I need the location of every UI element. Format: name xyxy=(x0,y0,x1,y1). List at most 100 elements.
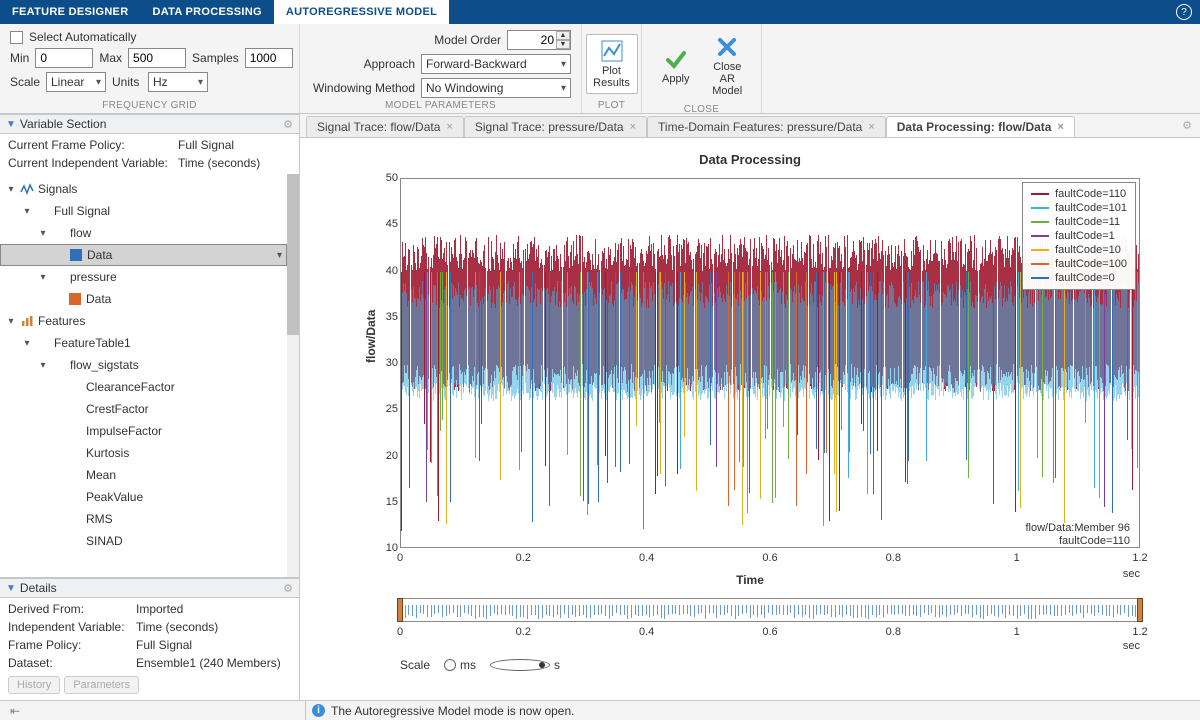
plot-caption: PLOT xyxy=(598,98,625,111)
gear-icon[interactable]: ⚙ xyxy=(283,118,293,131)
x-tick: 1 xyxy=(1014,552,1020,564)
model-order-label: Model Order xyxy=(310,33,501,47)
help-icon[interactable]: ? xyxy=(1176,4,1192,20)
scale-ms-radio[interactable] xyxy=(444,659,456,671)
min-input[interactable] xyxy=(35,48,93,68)
units-select[interactable]: Hz xyxy=(148,72,208,92)
gear-icon[interactable]: ⚙ xyxy=(1182,119,1192,132)
chart-annotation: flow/Data:Member 96 faultCode=110 xyxy=(1025,522,1130,672)
tree-stat-clearancefactor[interactable]: ClearanceFactor xyxy=(0,376,287,398)
independent-var-value: Time (seconds) xyxy=(178,156,291,170)
y-tick: 50 xyxy=(386,172,398,184)
legend-item[interactable]: faultCode=0 xyxy=(1031,271,1127,285)
tree-flow-data[interactable]: Data xyxy=(0,244,287,266)
variable-section-header[interactable]: ▼Variable Section⚙ xyxy=(0,114,299,134)
x-tick: 1.2 xyxy=(1132,552,1147,564)
tree-features[interactable]: ▾Features xyxy=(0,310,287,332)
close-icon[interactable]: × xyxy=(630,121,636,133)
y-tick: 20 xyxy=(386,450,398,462)
tree-flow-sigstats[interactable]: ▾flow_sigstats xyxy=(0,354,287,376)
max-label: Max xyxy=(99,51,122,65)
panner-handle-left[interactable] xyxy=(397,598,403,622)
tree-stat-kurtosis[interactable]: Kurtosis xyxy=(0,442,287,464)
parameters-button[interactable]: Parameters xyxy=(64,676,139,694)
tab-autoregressive-model[interactable]: AUTOREGRESSIVE MODEL xyxy=(274,0,449,24)
variable-tree[interactable]: ▾Signals▾Full Signal▾flowData▾pressureDa… xyxy=(0,174,287,577)
sidebar: ▼Variable Section⚙ Current Frame Policy:… xyxy=(0,114,300,700)
x-tick: 0.6 xyxy=(762,552,777,564)
chart-legend[interactable]: faultCode=110faultCode=101faultCode=11fa… xyxy=(1022,182,1136,290)
min-label: Min xyxy=(10,51,29,65)
details-header[interactable]: ▼Details⚙ xyxy=(0,578,299,598)
tab-feature-designer[interactable]: FEATURE DESIGNER xyxy=(0,0,140,24)
close-icon xyxy=(715,35,739,59)
overview-tick: 0.6 xyxy=(762,626,777,638)
tree-flow[interactable]: ▾flow xyxy=(0,222,287,244)
tree-featuretable1[interactable]: ▾FeatureTable1 xyxy=(0,332,287,354)
details-ds-value: Ensemble1 (240 Members) xyxy=(136,656,291,670)
chart-title: Data Processing xyxy=(300,152,1200,167)
derived-from-value: Imported xyxy=(136,602,291,616)
close-icon[interactable]: × xyxy=(868,121,874,133)
apply-button[interactable]: Apply xyxy=(652,30,700,102)
scale-radio-group: Scale ms s xyxy=(400,658,560,672)
legend-item[interactable]: faultCode=100 xyxy=(1031,257,1127,271)
doc-tab-signal-flow[interactable]: Signal Trace: flow/Data× xyxy=(306,116,464,137)
panner-handle-right[interactable] xyxy=(1137,598,1143,622)
model-order-spinner[interactable]: ▲▼ xyxy=(556,31,570,49)
collapse-icon[interactable]: ⇤ xyxy=(10,704,20,718)
tree-stat-peakvalue[interactable]: PeakValue xyxy=(0,486,287,508)
frame-policy-value: Full Signal xyxy=(178,138,291,152)
x-tick: 0 xyxy=(397,552,403,564)
details-iv-value: Time (seconds) xyxy=(136,620,291,634)
max-input[interactable] xyxy=(128,48,186,68)
tree-stat-mean[interactable]: Mean xyxy=(0,464,287,486)
legend-item[interactable]: faultCode=11 xyxy=(1031,215,1127,229)
derived-from-label: Derived From: xyxy=(8,602,136,616)
windowing-select[interactable]: No Windowing xyxy=(421,78,571,98)
close-icon[interactable]: × xyxy=(1057,121,1063,133)
legend-item[interactable]: faultCode=1 xyxy=(1031,229,1127,243)
freq-grid-caption: FREQUENCY GRID xyxy=(10,98,289,111)
close-icon[interactable]: × xyxy=(446,121,452,133)
chart-area: Data Processing flow/Data 10152025303540… xyxy=(300,138,1200,700)
close-ar-model-button[interactable]: CloseAR Model xyxy=(704,30,752,102)
tree-pressure[interactable]: ▾pressure xyxy=(0,266,287,288)
tree-stat-sinad[interactable]: SINAD xyxy=(0,530,287,552)
legend-item[interactable]: faultCode=110 xyxy=(1031,187,1127,201)
history-button[interactable]: History xyxy=(8,676,60,694)
status-text: The Autoregressive Model mode is now ope… xyxy=(331,704,574,718)
tree-pressure-data[interactable]: Data xyxy=(0,288,287,310)
scale-select[interactable]: Linear xyxy=(46,72,106,92)
doc-tab-timedomain-pressure[interactable]: Time-Domain Features: pressure/Data× xyxy=(647,116,886,137)
tree-signals[interactable]: ▾Signals xyxy=(0,178,287,200)
tab-data-processing[interactable]: DATA PROCESSING xyxy=(140,0,273,24)
doc-tab-dataproc-flow[interactable]: Data Processing: flow/Data× xyxy=(886,116,1075,137)
plot-results-button[interactable]: PlotResults xyxy=(586,34,638,94)
legend-item[interactable]: faultCode=101 xyxy=(1031,201,1127,215)
legend-item[interactable]: faultCode=10 xyxy=(1031,243,1127,257)
y-tick: 25 xyxy=(386,403,398,415)
samples-input[interactable] xyxy=(245,48,293,68)
document-tabs: Signal Trace: flow/Data× Signal Trace: p… xyxy=(300,114,1200,138)
select-auto-checkbox[interactable] xyxy=(10,31,23,44)
approach-select[interactable]: Forward-Backward xyxy=(421,54,571,74)
chevron-down-icon: ▼ xyxy=(6,119,16,130)
scale-s-radio[interactable] xyxy=(490,659,550,671)
tree-full-signal[interactable]: ▾Full Signal xyxy=(0,200,287,222)
status-bar: ⇤ i The Autoregressive Model mode is now… xyxy=(0,700,1200,720)
chevron-down-icon: ▼ xyxy=(6,583,16,594)
select-auto-label: Select Automatically xyxy=(29,30,136,44)
x-tick: 0.2 xyxy=(516,552,531,564)
samples-label: Samples xyxy=(192,51,239,65)
doc-tab-signal-pressure[interactable]: Signal Trace: pressure/Data× xyxy=(464,116,647,137)
tree-scrollbar[interactable] xyxy=(287,174,299,577)
gear-icon[interactable]: ⚙ xyxy=(283,582,293,595)
info-icon: i xyxy=(312,704,325,717)
y-tick: 35 xyxy=(386,311,398,323)
details-fp-label: Frame Policy: xyxy=(8,638,136,652)
tree-stat-crestfactor[interactable]: CrestFactor xyxy=(0,398,287,420)
x-tick: 0.4 xyxy=(639,552,654,564)
tree-stat-rms[interactable]: RMS xyxy=(0,508,287,530)
tree-stat-impulsefactor[interactable]: ImpulseFactor xyxy=(0,420,287,442)
